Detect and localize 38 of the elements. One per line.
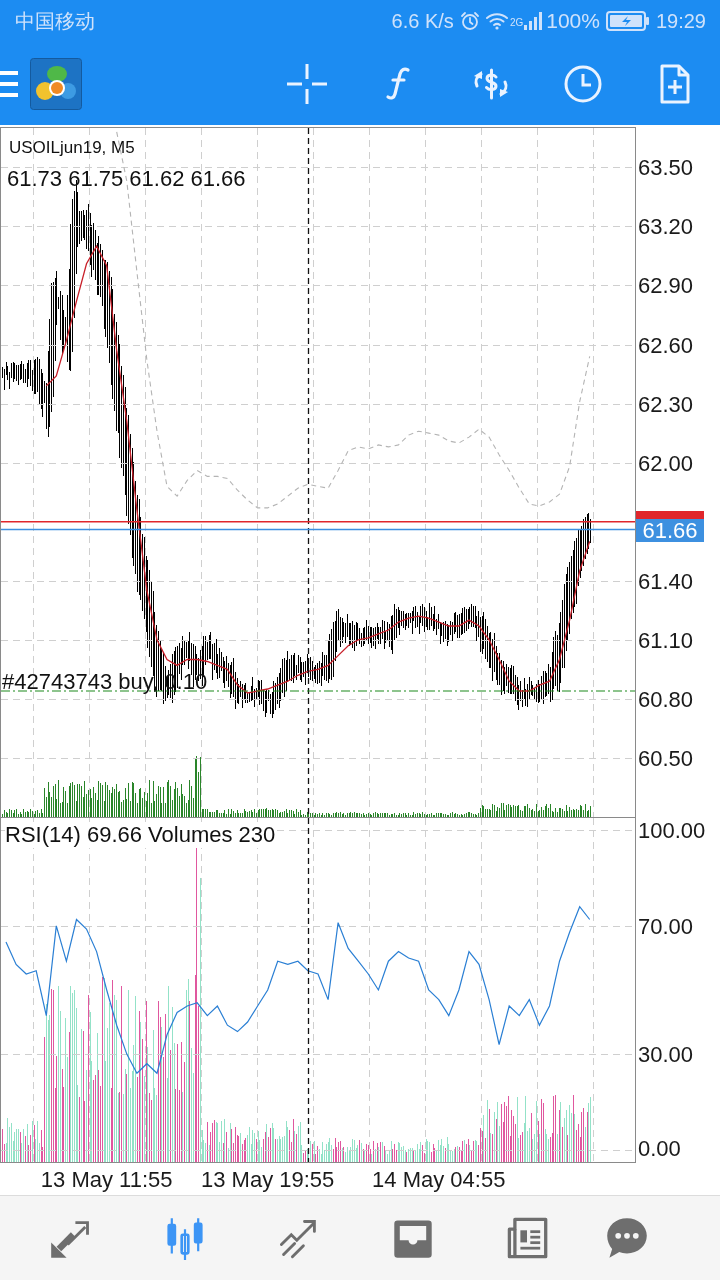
time-axis-label: 13 May 11:55 bbox=[40, 1167, 173, 1193]
menu-icon bbox=[0, 70, 18, 97]
wifi-icon bbox=[484, 12, 509, 30]
network-speed: 6.6 K/s bbox=[391, 9, 454, 33]
alarm-icon bbox=[459, 11, 480, 31]
network-type: 2G bbox=[509, 17, 524, 28]
price-axis-label: 60.80 bbox=[638, 686, 694, 712]
ohlc-quote: 61.73 61.75 61.62 61.66 bbox=[7, 166, 246, 192]
time-axis-label: 13 May 19:55 bbox=[201, 1167, 335, 1193]
rsi-axis-label: 0.00 bbox=[638, 1136, 681, 1161]
carrier-name: 中国移动 bbox=[15, 8, 95, 34]
menu-button[interactable] bbox=[0, 68, 20, 99]
price-axis-label: 62.60 bbox=[638, 332, 694, 358]
price-tag-edge bbox=[636, 510, 704, 519]
price-axis-label: 62.30 bbox=[638, 391, 694, 417]
newspaper-icon bbox=[505, 1216, 549, 1260]
symbol-title: USOILjun19, M5 bbox=[9, 138, 135, 158]
price-axis-label: 63.50 bbox=[638, 155, 694, 181]
rsi-axis-label: 30.00 bbox=[638, 1042, 694, 1068]
crosshair-icon bbox=[287, 63, 327, 104]
battery-percent: 100% bbox=[546, 9, 600, 33]
price-axis-label: 61.40 bbox=[638, 568, 694, 594]
chat-bubble-icon bbox=[605, 1216, 649, 1260]
clock-icon bbox=[563, 63, 603, 104]
battery-charging-icon bbox=[605, 11, 650, 31]
price-axis-label: 61.10 bbox=[638, 627, 694, 653]
rsi-axis-label: 70.00 bbox=[638, 913, 694, 939]
price-axis-label: 62.90 bbox=[638, 273, 694, 299]
price-axis-label: 60.50 bbox=[638, 745, 694, 771]
app-logo-icon[interactable] bbox=[30, 57, 82, 110]
signal-icon bbox=[524, 12, 543, 30]
price-axis-label: 63.20 bbox=[638, 214, 694, 240]
time-axis-label: 14 May 04:55 bbox=[372, 1167, 506, 1193]
clock-time: 19:29 bbox=[655, 9, 706, 33]
price-axis-label: 62.00 bbox=[638, 450, 694, 476]
price-tag: 61.66 bbox=[636, 518, 704, 542]
indicator-title: RSI(14) 69.66 Volumes 230 bbox=[5, 822, 276, 848]
rsi-axis-label: 100.00 bbox=[638, 818, 706, 843]
